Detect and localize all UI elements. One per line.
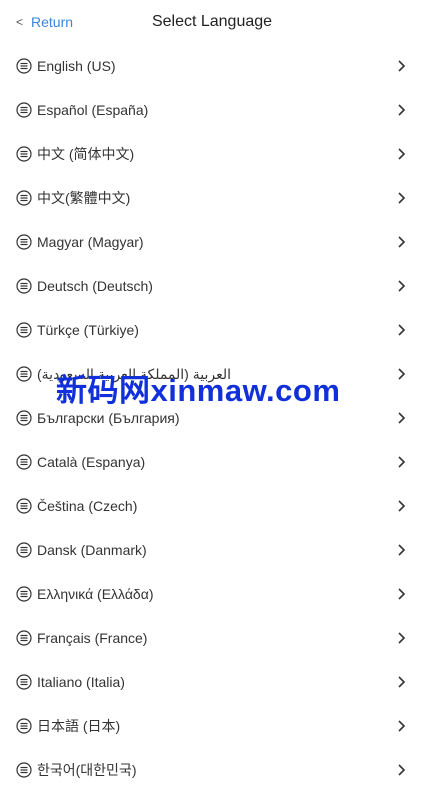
menu-circle-icon: [16, 366, 32, 382]
menu-circle-icon: [16, 762, 32, 778]
menu-circle-icon: [16, 586, 32, 602]
menu-circle-icon: [16, 102, 32, 118]
chevron-right-icon: [398, 236, 406, 248]
language-item[interactable]: Français (France): [0, 616, 424, 660]
menu-circle-icon: [16, 630, 32, 646]
menu-circle-icon: [16, 322, 32, 338]
menu-circle-icon: [16, 498, 32, 514]
language-item[interactable]: Türkçe (Türkiye): [0, 308, 424, 352]
language-label: Čeština (Czech): [37, 498, 138, 514]
language-list: English (US) Español (España) 中文 (简体中文) …: [0, 44, 424, 792]
chevron-right-icon: [398, 60, 406, 72]
chevron-right-icon: [398, 412, 406, 424]
chevron-right-icon: [398, 632, 406, 644]
language-item[interactable]: Čeština (Czech): [0, 484, 424, 528]
chevron-right-icon: [398, 456, 406, 468]
language-label: English (US): [37, 58, 116, 74]
language-label: Dansk (Danmark): [37, 542, 147, 558]
chevron-right-icon: [398, 676, 406, 688]
menu-circle-icon: [16, 454, 32, 470]
language-label: 中文(繁體中文): [37, 190, 131, 206]
language-label: Español (España): [37, 102, 149, 118]
chevron-right-icon: [398, 368, 406, 380]
chevron-right-icon: [398, 104, 406, 116]
language-item[interactable]: 中文(繁體中文): [0, 176, 424, 220]
language-item[interactable]: Italiano (Italia): [0, 660, 424, 704]
language-item[interactable]: English (US): [0, 44, 424, 88]
chevron-right-icon: [398, 280, 406, 292]
language-item[interactable]: Dansk (Danmark): [0, 528, 424, 572]
language-item[interactable]: Magyar (Magyar): [0, 220, 424, 264]
menu-circle-icon: [16, 234, 32, 250]
chevron-right-icon: [398, 192, 406, 204]
menu-circle-icon: [16, 146, 32, 162]
menu-circle-icon: [16, 674, 32, 690]
language-item[interactable]: Català (Espanya): [0, 440, 424, 484]
header: < Return Select Language: [0, 0, 424, 44]
chevron-right-icon: [398, 324, 406, 336]
chevron-right-icon: [398, 720, 406, 732]
language-item[interactable]: Български (България): [0, 396, 424, 440]
chevron-right-icon: [398, 544, 406, 556]
language-item[interactable]: 中文 (简体中文): [0, 132, 424, 176]
page-title: Select Language: [151, 13, 273, 30]
language-label: 中文 (简体中文): [37, 146, 135, 162]
menu-circle-icon: [16, 542, 32, 558]
language-label: Français (France): [37, 630, 148, 646]
language-label: Български (България): [37, 410, 180, 426]
menu-circle-icon: [16, 718, 32, 734]
language-item[interactable]: العربية (المملكة العربية السعودية): [0, 352, 424, 396]
language-label: 日本語 (日本): [37, 718, 121, 734]
language-item[interactable]: Español (España): [0, 88, 424, 132]
menu-circle-icon: [16, 278, 32, 294]
language-label: Italiano (Italia): [37, 674, 125, 690]
chevron-right-icon: [398, 500, 406, 512]
language-select-page: < Return Select Language English (US) Es…: [0, 0, 424, 800]
language-label: Català (Espanya): [37, 454, 146, 470]
menu-circle-icon: [16, 58, 32, 74]
chevron-right-icon: [398, 148, 406, 160]
language-label: Magyar (Magyar): [37, 234, 144, 250]
language-label: Ελληνικά (Ελλάδα): [37, 586, 154, 602]
language-item[interactable]: 한국어(대한민국): [0, 748, 424, 792]
language-label: العربية (المملكة العربية السعودية): [37, 365, 231, 382]
language-label: Türkçe (Türkiye): [37, 322, 139, 338]
menu-circle-icon: [16, 190, 32, 206]
chevron-right-icon: [398, 588, 406, 600]
chevron-right-icon: [398, 764, 406, 776]
language-label: 한국어(대한민국): [37, 762, 137, 778]
language-item[interactable]: 日本語 (日本): [0, 704, 424, 748]
language-label: Deutsch (Deutsch): [37, 278, 153, 294]
menu-circle-icon: [16, 410, 32, 426]
language-item[interactable]: Ελληνικά (Ελλάδα): [0, 572, 424, 616]
language-item[interactable]: Deutsch (Deutsch): [0, 264, 424, 308]
